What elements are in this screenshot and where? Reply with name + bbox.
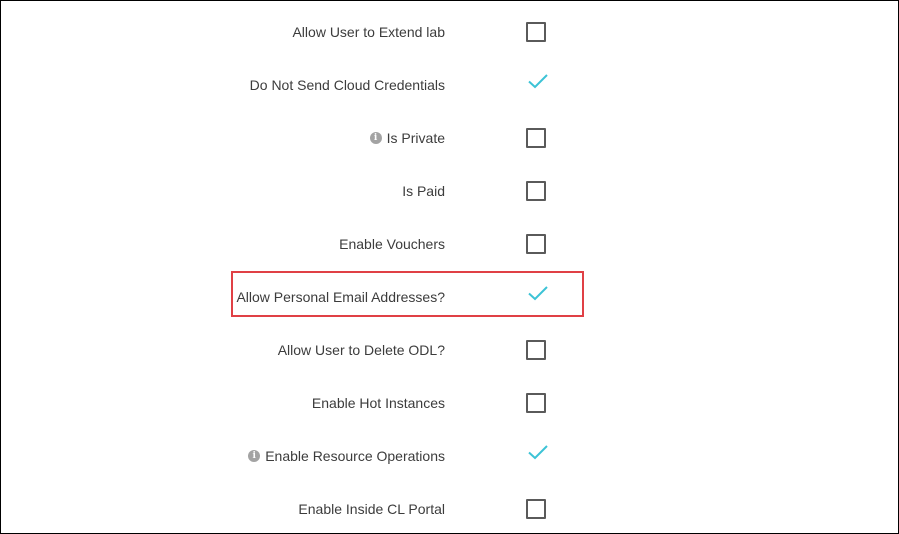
setting-row-allow-personal-email-addresses: Allow Personal Email Addresses? [1, 270, 898, 323]
setting-label: Enable Resource Operations [265, 447, 445, 464]
setting-row-is-private: i Is Private [1, 111, 898, 164]
info-icon[interactable]: i [248, 449, 261, 462]
is-paid-checkbox[interactable] [526, 180, 546, 201]
enable-inside-cl-portal-checkbox[interactable] [526, 498, 546, 519]
setting-label: Enable Vouchers [339, 235, 445, 252]
setting-label: Do Not Send Cloud Credentials [249, 76, 445, 93]
checkmark-icon [528, 444, 548, 459]
do-not-send-cloud-credentials-checkbox[interactable] [526, 73, 548, 95]
setting-label: Allow User to Delete ODL? [277, 341, 445, 358]
setting-row-is-paid: Is Paid [1, 164, 898, 217]
is-private-checkbox[interactable] [526, 127, 546, 148]
setting-row-enable-hot-instances: Enable Hot Instances [1, 376, 898, 429]
allow-user-to-extend-lab-checkbox[interactable] [526, 21, 546, 42]
setting-row-do-not-send-cloud-credentials: Do Not Send Cloud Credentials [1, 58, 898, 111]
setting-label: Enable Hot Instances [311, 394, 445, 411]
info-icon[interactable]: i [369, 131, 382, 144]
settings-panel: Allow User to Extend lab Do Not Send Clo… [0, 0, 899, 534]
checkmark-icon [528, 73, 548, 88]
setting-row-allow-user-to-delete-odl: Allow User to Delete ODL? [1, 323, 898, 376]
enable-vouchers-checkbox[interactable] [526, 233, 546, 254]
allow-personal-email-addresses-checkbox[interactable] [526, 285, 548, 307]
setting-label: Enable Inside CL Portal [298, 500, 445, 517]
setting-row-allow-user-to-extend-lab: Allow User to Extend lab [1, 5, 898, 58]
setting-row-enable-inside-cl-portal: Enable Inside CL Portal [1, 482, 898, 533]
setting-label: Allow User to Extend lab [292, 23, 445, 40]
setting-label: Is Private [386, 129, 445, 146]
setting-label: Is Paid [402, 182, 445, 199]
checkmark-icon [528, 285, 548, 300]
setting-row-enable-resource-operations: i Enable Resource Operations [1, 429, 898, 482]
setting-label: Allow Personal Email Addresses? [236, 288, 445, 305]
setting-row-enable-vouchers: Enable Vouchers [1, 217, 898, 270]
enable-resource-operations-checkbox[interactable] [526, 444, 548, 466]
enable-hot-instances-checkbox[interactable] [526, 392, 546, 413]
allow-user-to-delete-odl-checkbox[interactable] [526, 339, 546, 360]
